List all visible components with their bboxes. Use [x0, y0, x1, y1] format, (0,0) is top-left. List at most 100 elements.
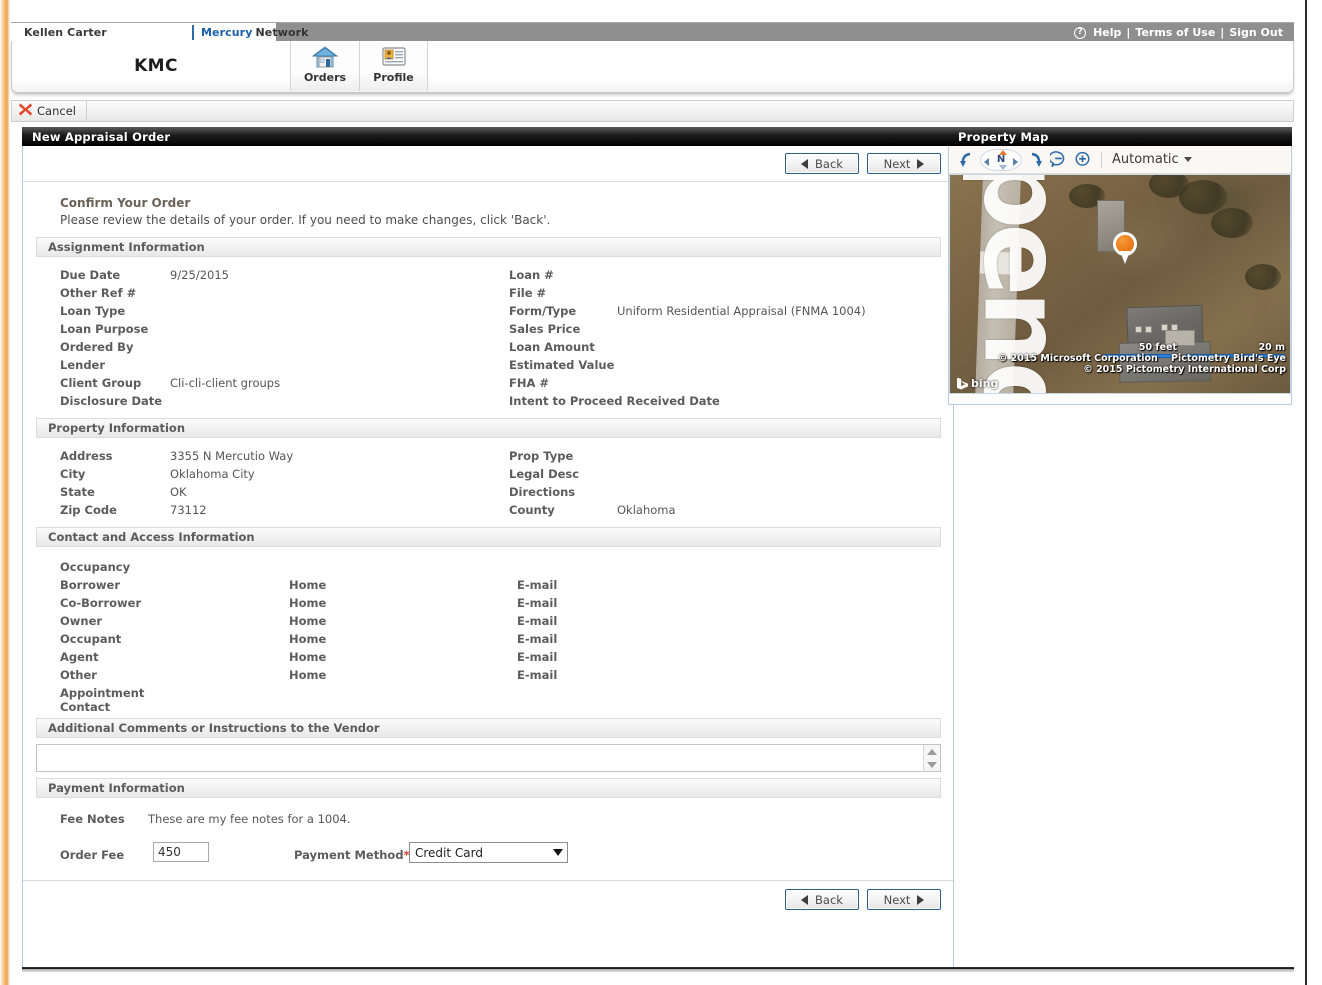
- field-row: Loan Purpose Sales Price: [23, 322, 953, 340]
- compass-left-arrow-icon[interactable]: [984, 157, 989, 166]
- contact-role-label: Agent: [60, 650, 99, 664]
- chevron-down-icon[interactable]: [548, 843, 567, 862]
- contact-email-label: E-mail: [517, 668, 558, 682]
- property-fields: Address 3355 N Mercutio Way Prop Type Ci…: [23, 438, 953, 527]
- arrow-right-icon: [917, 158, 925, 169]
- back-button-top[interactable]: Back: [785, 153, 859, 174]
- arrow-right-icon: [917, 894, 925, 905]
- nav-tab-profile-label: Profile: [373, 71, 414, 84]
- sign-out-link[interactable]: Sign Out: [1224, 26, 1288, 39]
- occupancy-label: Occupancy: [60, 560, 131, 574]
- fee-notes-row: Fee Notes These are my fee notes for a 1…: [23, 812, 953, 832]
- property-location-pin[interactable]: [1113, 232, 1137, 264]
- table-row: Co-Borrower Home E-mail: [23, 596, 953, 614]
- contact-email-label: E-mail: [517, 578, 558, 592]
- field-label: Form/Type: [509, 304, 577, 318]
- field-label: Other Ref #: [60, 286, 137, 300]
- compass-south-arrow-icon[interactable]: [999, 164, 1007, 170]
- field-row: Address 3355 N Mercutio Way Prop Type: [23, 449, 953, 467]
- field-label: FHA #: [509, 376, 550, 390]
- attribution-pictometry-corp: © 2015 Pictometry International Corp: [1083, 364, 1286, 376]
- back-button-top-label: Back: [815, 156, 843, 171]
- red-x-icon: [18, 102, 33, 121]
- bing-logo[interactable]: bing: [957, 377, 998, 390]
- compass-label: N: [996, 154, 1006, 165]
- field-label: State: [60, 485, 95, 499]
- zoom-in-icon[interactable]: [1074, 151, 1091, 168]
- chevron-down-icon[interactable]: [1183, 157, 1192, 162]
- contact-home-label: Home: [289, 632, 327, 646]
- field-row: City Oklahoma City Legal Desc: [23, 467, 953, 485]
- next-button-bottom[interactable]: Next: [867, 889, 941, 910]
- field-label: Due Date: [60, 268, 121, 282]
- contact-email-label: E-mail: [517, 614, 558, 628]
- arrow-left-icon: [801, 894, 809, 905]
- company-logo: KMC: [12, 41, 290, 91]
- field-row: Zip Code 73112 County Oklahoma: [23, 503, 953, 521]
- payment-method-label: Payment Method*: [294, 848, 410, 862]
- contact-fields: Occupancy Borrower Home E-mail Co-Borrow…: [23, 547, 953, 718]
- map-mode-dropdown[interactable]: Automatic: [1112, 152, 1192, 167]
- field-value: OK: [170, 485, 187, 499]
- nav-tab-profile[interactable]: Profile: [359, 41, 428, 91]
- toolbar-divider: [1101, 151, 1102, 168]
- fee-notes-label: Fee Notes: [60, 812, 125, 826]
- window-detail: [1145, 326, 1152, 333]
- field-label: Zip Code: [60, 503, 117, 517]
- field-label: Client Group: [60, 376, 142, 390]
- field-value: 73112: [170, 503, 207, 517]
- field-value: Oklahoma City: [170, 467, 255, 481]
- appointment-contact-label-line1: Appointment: [60, 686, 145, 700]
- compass-control[interactable]: N: [980, 148, 1022, 171]
- field-label: Estimated Value: [509, 358, 615, 372]
- compass-north-arrow-icon[interactable]: [999, 149, 1007, 155]
- window-detail: [1135, 326, 1142, 333]
- payment-method-select[interactable]: Credit Card: [409, 842, 568, 863]
- compass-right-arrow-icon[interactable]: [1013, 157, 1018, 166]
- field-label: City: [60, 467, 86, 481]
- app-header: KMC Orders Profile: [11, 41, 1294, 93]
- fee-notes-value: These are my fee notes for a 1004.: [148, 812, 351, 826]
- help-icon[interactable]: ?: [1074, 26, 1087, 39]
- table-row: Other Home E-mail: [23, 668, 953, 686]
- appointment-contact-label-line2: Contact: [60, 700, 111, 714]
- contact-home-label: Home: [289, 650, 327, 664]
- terms-of-use-link[interactable]: Terms of Use: [1130, 26, 1220, 39]
- house-icon: [312, 44, 338, 70]
- comments-scrollbar[interactable]: [923, 745, 940, 771]
- pin-tail: [1120, 251, 1130, 264]
- field-row: Loan Type Form/Type Uniform Residential …: [23, 304, 953, 322]
- back-button-bottom[interactable]: Back: [785, 889, 859, 910]
- rotate-right-icon[interactable]: [1029, 151, 1043, 169]
- zoom-out-icon[interactable]: [1050, 151, 1067, 168]
- field-label: Loan Type: [60, 304, 126, 318]
- table-row: Agent Home E-mail: [23, 650, 953, 668]
- rotate-left-icon[interactable]: [959, 151, 973, 169]
- attribution-pictometry-birdseye: Pictometry Bird's Eye: [1171, 353, 1286, 365]
- map-toolbar: N Automatic: [949, 146, 1291, 174]
- table-row: Occupant Home E-mail: [23, 632, 953, 650]
- attribution-microsoft: © 2015 Microsoft Corporation: [997, 353, 1158, 365]
- contact-email-label: E-mail: [517, 650, 558, 664]
- field-row: Occupancy: [23, 560, 953, 578]
- brand-name-secondary: Network: [255, 26, 309, 39]
- field-value: Uniform Residential Appraisal (FNMA 1004…: [617, 304, 866, 318]
- new-appraisal-order-panel: New Appraisal Order Back Next Confirm Yo…: [22, 127, 954, 969]
- map-view[interactable]: pend 50 feet 20 m © 2015 Microsoft Corpo…: [949, 174, 1291, 394]
- bing-mark-icon: [957, 377, 968, 390]
- page-bottom-shadow: [22, 968, 1294, 973]
- help-link[interactable]: Help: [1088, 26, 1126, 39]
- assignment-fields: Due Date 9/25/2015 Loan # Other Ref # Fi…: [23, 257, 953, 418]
- field-label: Ordered By: [60, 340, 134, 354]
- next-button-top[interactable]: Next: [867, 153, 941, 174]
- vendor-comments-field[interactable]: [36, 744, 941, 772]
- field-row: Contact: [23, 700, 953, 714]
- window-left-edge: [0, 0, 10, 985]
- cancel-button[interactable]: Cancel: [12, 101, 87, 121]
- page-title: Confirm Your Order: [60, 196, 191, 210]
- order-fee-input[interactable]: [153, 842, 209, 862]
- back-button-bottom-label: Back: [815, 892, 843, 907]
- scroll-up-icon[interactable]: [927, 748, 937, 755]
- nav-tab-orders[interactable]: Orders: [290, 41, 359, 91]
- scroll-down-icon[interactable]: [927, 761, 937, 768]
